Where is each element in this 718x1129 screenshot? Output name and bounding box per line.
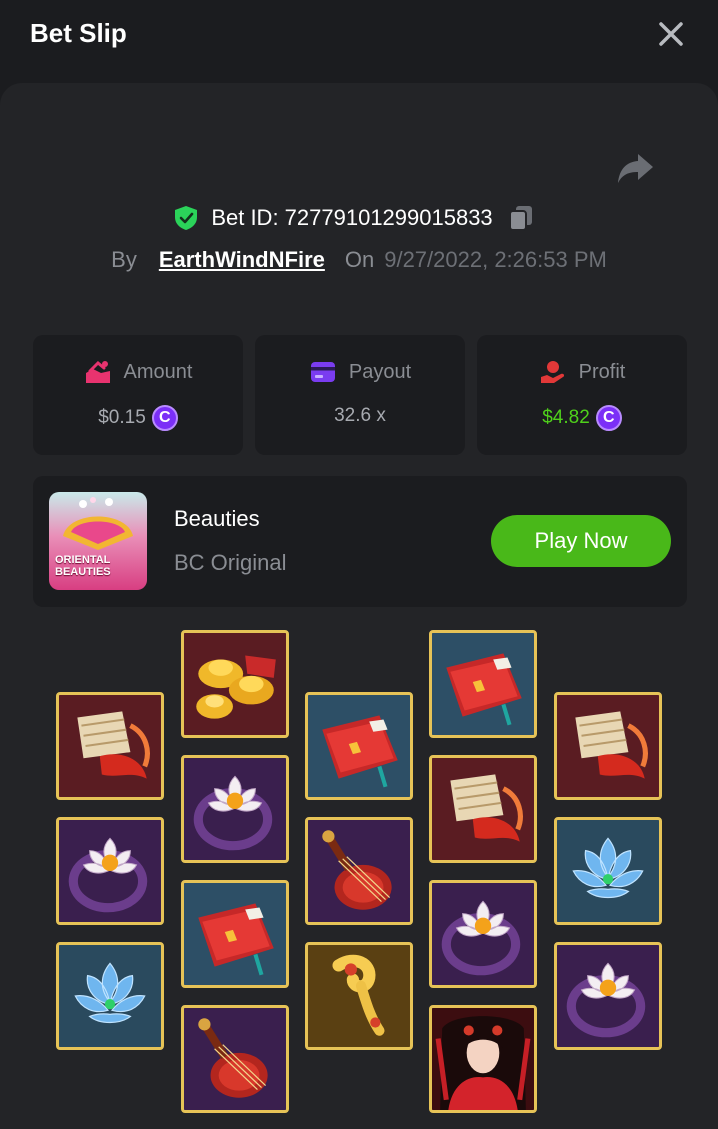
profit-label: Profit <box>578 360 626 383</box>
amount-label: Amount <box>123 360 193 383</box>
game-card: ORIENTAL BEAUTIES Beauties BC Original P… <box>33 476 687 607</box>
by-label: By <box>111 247 137 272</box>
payout-value: 32.6 x <box>334 405 386 426</box>
shield-check-icon <box>175 206 198 230</box>
profit-icon <box>540 361 564 383</box>
close-icon[interactable] <box>655 18 687 50</box>
game-name: Beauties <box>174 506 260 531</box>
profit-value: $4.82 <box>542 407 590 428</box>
coin-icon: C <box>151 405 178 431</box>
share-icon[interactable] <box>616 151 654 185</box>
page-title: Bet Slip <box>30 18 127 48</box>
payout-label: Payout <box>348 360 412 383</box>
game-thumbnail[interactable]: ORIENTAL BEAUTIES <box>49 492 147 590</box>
amount-icon <box>85 360 110 383</box>
play-now-button[interactable]: Play Now <box>491 515 671 567</box>
amount-value: $0.15 <box>98 407 146 428</box>
copy-icon[interactable] <box>507 204 535 232</box>
game-thumbnail-text: ORIENTAL BEAUTIES <box>55 554 111 578</box>
bet-id: Bet ID: 72779101299015833 <box>211 205 493 230</box>
payout-card: Payout 32.6 x <box>255 335 465 455</box>
coin-icon: C <box>595 405 622 431</box>
card-icon <box>310 362 335 382</box>
on-label: On <box>344 247 375 272</box>
bet-id-row: Bet ID: 72779101299015833 <box>0 200 718 236</box>
game-provider: BC Original <box>174 550 287 575</box>
profit-card: Profit $4.82 C <box>477 335 687 455</box>
header: Bet Slip <box>0 0 718 70</box>
amount-card: Amount $0.15 C <box>33 335 243 455</box>
bet-datetime: 9/27/2022, 2:26:53 PM <box>384 247 607 272</box>
bet-author-row: By EarthWindNFire On 9/27/2022, 2:26:53 … <box>0 242 718 278</box>
username-link[interactable]: EarthWindNFire <box>159 247 325 273</box>
